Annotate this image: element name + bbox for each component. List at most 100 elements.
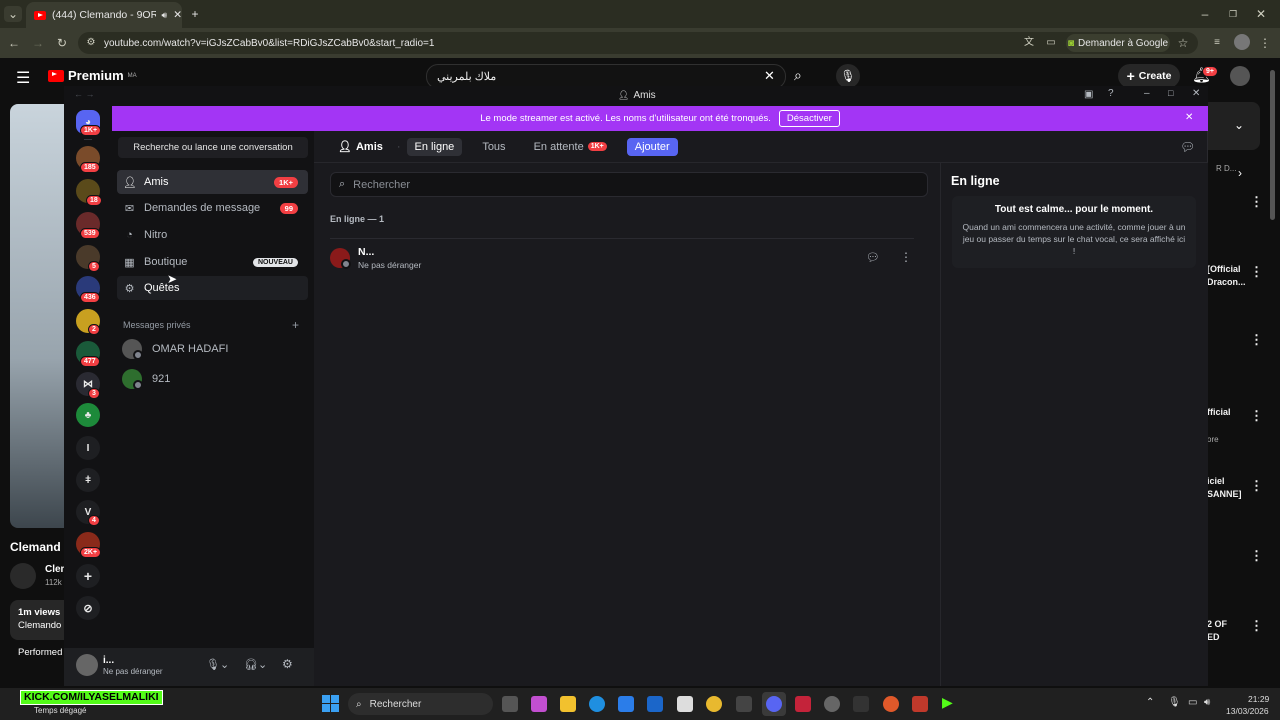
- bookmark-star-icon[interactable]: ☆: [1176, 35, 1190, 51]
- nav-quests[interactable]: ⚙︎ Quêtes: [117, 276, 308, 300]
- nav-shop[interactable]: ▦ Boutique NOUVEAU: [117, 250, 308, 274]
- server-icon[interactable]: ǂ: [76, 468, 100, 492]
- rec-more-icon[interactable]: ⋮: [1250, 332, 1263, 348]
- rec-more-icon[interactable]: ⋮: [1250, 618, 1263, 634]
- user-status: Ne pas déranger: [103, 667, 163, 676]
- profile-avatar[interactable]: [1234, 34, 1250, 50]
- reload-icon[interactable]: ↻: [54, 35, 70, 51]
- add-friend-button[interactable]: Ajouter: [626, 137, 678, 156]
- close-tab-icon[interactable]: ✕: [173, 9, 182, 21]
- translate-icon[interactable]: 文: [1022, 35, 1036, 51]
- volume-icon[interactable]: 🔊︎: [1204, 697, 1210, 708]
- minimize-icon[interactable]: –: [1198, 6, 1212, 22]
- settings-gear-icon[interactable]: ⚙︎: [282, 657, 293, 671]
- friend-row[interactable]: N... Ne pas déranger: [330, 238, 914, 276]
- rec-more-icon[interactable]: ⋮: [1250, 478, 1263, 494]
- app-icon[interactable]: [677, 696, 693, 712]
- network-icon[interactable]: ▭: [1188, 697, 1197, 708]
- site-info-icon[interactable]: ⚙︎: [84, 35, 98, 51]
- server-icon[interactable]: I: [76, 436, 100, 460]
- new-dm-plus-icon[interactable]: +: [292, 318, 299, 332]
- clock-date[interactable]: 13/03/2026: [1226, 706, 1269, 716]
- microphone-icon[interactable]: 🎙︎⌄: [206, 658, 229, 671]
- ask-google-button[interactable]: ◙ Demander à Google: [1066, 34, 1170, 52]
- discord-maximize-icon[interactable]: □: [1168, 88, 1173, 98]
- rec-more-icon[interactable]: ⋮: [1250, 408, 1263, 424]
- tab-all[interactable]: Tous: [474, 138, 513, 156]
- next-chevron-icon[interactable]: ›: [1238, 166, 1242, 180]
- file-explorer-icon[interactable]: [560, 696, 576, 712]
- inbox-icon[interactable]: ▣: [1084, 89, 1093, 100]
- new-tab-icon[interactable]: +: [188, 6, 202, 22]
- close-banner-icon[interactable]: ✕: [1185, 112, 1193, 123]
- app-icon[interactable]: [824, 696, 840, 712]
- discord-close-icon[interactable]: ✕: [1192, 88, 1200, 99]
- message-friend-icon[interactable]: 💬︎: [866, 251, 880, 264]
- user-name[interactable]: i...: [103, 655, 114, 666]
- taskbar-search[interactable]: ⌕ Rechercher: [348, 693, 493, 715]
- headphones-icon[interactable]: 🎧︎⌄: [244, 658, 267, 671]
- browser-tab[interactable]: (444) Clemando - 9ORSAN 🔊︎ ✕: [26, 2, 182, 28]
- app-icon[interactable]: [853, 696, 869, 712]
- voice-search-icon[interactable]: 🎙︎: [836, 64, 860, 88]
- youtube-avatar[interactable]: [1230, 66, 1250, 86]
- hamburger-menu-icon[interactable]: ☰: [16, 68, 30, 88]
- cast-icon[interactable]: ▭: [1044, 35, 1058, 51]
- playlist-expand-chevron-icon[interactable]: ⌄: [1234, 118, 1244, 132]
- chrome-icon[interactable]: [706, 696, 722, 712]
- search-conversation-button[interactable]: Recherche ou lance une conversation: [118, 137, 308, 158]
- speaker-icon[interactable]: 🔊︎: [162, 10, 168, 21]
- rec-more-icon[interactable]: ⋮: [1250, 264, 1263, 280]
- outlook-icon[interactable]: [647, 696, 663, 712]
- copilot-icon[interactable]: [531, 696, 547, 712]
- clear-search-icon[interactable]: ✕: [764, 68, 775, 84]
- task-view-icon[interactable]: [502, 696, 518, 712]
- add-server-icon[interactable]: +: [76, 564, 100, 588]
- tab-online[interactable]: En ligne: [406, 137, 463, 156]
- mic-tray-icon[interactable]: 🎙︎: [1168, 697, 1181, 708]
- new-group-dm-icon[interactable]: 💬︎: [1180, 140, 1195, 154]
- clock-time[interactable]: 21:29: [1248, 694, 1269, 704]
- tab-search-icon[interactable]: ⌄: [4, 6, 22, 22]
- menu-kebab-icon[interactable]: ⋮: [1258, 35, 1272, 51]
- youtube-logo[interactable]: Premium MA: [48, 68, 137, 83]
- kick-app-icon[interactable]: ▶: [942, 694, 953, 711]
- rec-more-icon[interactable]: ⋮: [1250, 194, 1263, 210]
- nav-back-icon[interactable]: ← →: [74, 89, 95, 99]
- restore-icon[interactable]: ❐: [1226, 6, 1240, 22]
- server-icon[interactable]: ♣: [76, 403, 100, 427]
- store-icon[interactable]: [618, 696, 634, 712]
- back-icon[interactable]: ←: [6, 35, 22, 51]
- nav-nitro[interactable]: ◔ Nitro: [117, 223, 308, 247]
- user-avatar[interactable]: [76, 654, 98, 676]
- reading-list-icon[interactable]: ≡: [1210, 35, 1224, 51]
- search-icon[interactable]: ⌕: [794, 67, 802, 84]
- discord-minimize-icon[interactable]: –: [1144, 88, 1150, 99]
- app-icon[interactable]: [795, 696, 811, 712]
- app-icon[interactable]: [912, 696, 928, 712]
- video-player[interactable]: [10, 104, 64, 528]
- tray-chevron-icon[interactable]: ⌃: [1146, 697, 1154, 708]
- page-scrollbar[interactable]: [1270, 70, 1275, 220]
- dm-item[interactable]: 921: [122, 369, 170, 390]
- discord-taskbar-icon[interactable]: [766, 696, 782, 712]
- rec-more-icon[interactable]: ⋮: [1250, 548, 1263, 564]
- nav-friends[interactable]: 👤︎ Amis 1K+: [117, 170, 308, 194]
- weather-text[interactable]: Temps dégagé: [34, 706, 86, 715]
- channel-avatar[interactable]: [10, 563, 36, 589]
- dm-item[interactable]: OMAR HADAFI: [122, 339, 228, 360]
- app-icon[interactable]: [883, 696, 899, 712]
- deactivate-button[interactable]: Désactiver: [778, 110, 840, 127]
- nav-message-requests[interactable]: ✉︎ Demandes de message 99: [117, 196, 308, 220]
- discover-icon[interactable]: ⊘: [76, 596, 100, 620]
- friend-more-icon[interactable]: ⋮: [900, 250, 912, 264]
- forward-icon[interactable]: →: [30, 35, 46, 51]
- windows-start-icon[interactable]: [322, 695, 339, 712]
- game-icon[interactable]: [736, 696, 752, 712]
- tab-pending[interactable]: En attente 1K+: [526, 138, 615, 156]
- edge-icon[interactable]: [589, 696, 605, 712]
- friend-search-input[interactable]: ⌕ Rechercher: [330, 172, 928, 197]
- close-window-icon[interactable]: ✕: [1254, 6, 1268, 22]
- help-icon[interactable]: ?: [1108, 88, 1114, 99]
- create-button[interactable]: + Create: [1118, 64, 1180, 88]
